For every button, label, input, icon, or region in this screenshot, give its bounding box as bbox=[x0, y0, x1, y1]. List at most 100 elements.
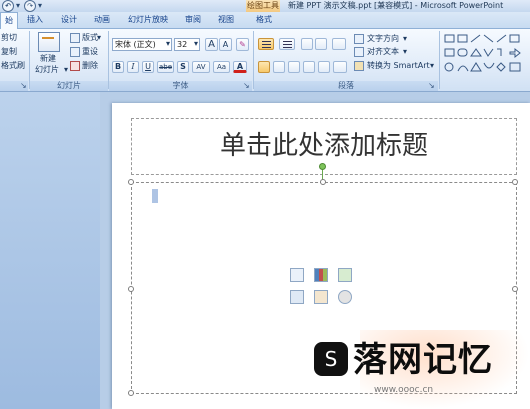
resize-handle-right[interactable] bbox=[512, 286, 518, 292]
decrease-indent-button[interactable] bbox=[301, 38, 313, 50]
resize-handle-left[interactable] bbox=[128, 286, 134, 292]
watermark-brand: 落网记忆 bbox=[353, 340, 493, 380]
line-spacing-button[interactable] bbox=[332, 38, 346, 50]
increase-indent-button[interactable] bbox=[315, 38, 327, 50]
text-direction-dropdown-icon[interactable]: ▾ bbox=[403, 34, 407, 44]
smartart-dropdown-icon[interactable]: ▾ bbox=[430, 61, 434, 71]
cut-button[interactable]: 剪切 bbox=[1, 33, 17, 43]
format-painter-button[interactable]: 格式刷 bbox=[1, 61, 25, 71]
align-text-dropdown-icon[interactable]: ▾ bbox=[403, 47, 407, 57]
rectangle-2-shape-icon[interactable] bbox=[444, 48, 455, 57]
triangle-shape-icon[interactable] bbox=[470, 48, 482, 57]
align-right-button[interactable] bbox=[288, 61, 300, 73]
align-text-button[interactable]: 对齐文本 bbox=[367, 47, 399, 57]
new-slide-dropdown-icon[interactable]: ▾ bbox=[64, 65, 68, 75]
reset-icon[interactable] bbox=[70, 47, 80, 57]
justify-button[interactable] bbox=[303, 61, 315, 73]
numbering-icon bbox=[283, 41, 292, 42]
align-center-button[interactable] bbox=[273, 61, 285, 73]
insert-picture-icon[interactable] bbox=[290, 290, 304, 304]
smartart-icon[interactable] bbox=[354, 61, 364, 71]
text-box-shape-icon[interactable] bbox=[444, 34, 455, 43]
oval-shape-icon[interactable] bbox=[444, 62, 454, 72]
italic-button[interactable]: I bbox=[127, 61, 139, 73]
drawing-tools-context-tab[interactable]: 绘图工具 bbox=[246, 0, 280, 12]
align-left-button[interactable] bbox=[258, 61, 270, 73]
slides-pane[interactable] bbox=[0, 92, 100, 409]
angle-shape-icon[interactable] bbox=[483, 48, 494, 57]
rounded-rectangle-shape-icon[interactable] bbox=[457, 48, 468, 57]
square-shape-icon[interactable] bbox=[509, 62, 521, 72]
tab-format[interactable]: 格式 bbox=[251, 12, 277, 28]
qat-dropdown-icon[interactable]: ▾ bbox=[16, 1, 20, 11]
bold-button[interactable]: B bbox=[112, 61, 124, 73]
shapes-gallery[interactable] bbox=[443, 33, 530, 79]
arrow-shape-icon[interactable] bbox=[496, 34, 507, 43]
bullets-button[interactable] bbox=[258, 38, 274, 50]
new-slide-label-line2[interactable]: 幻灯片 bbox=[35, 65, 59, 75]
grow-font-button[interactable]: A bbox=[205, 38, 218, 51]
reset-button[interactable]: 重设 bbox=[82, 47, 98, 57]
tab-design[interactable]: 设计 bbox=[56, 12, 82, 28]
insert-table-icon[interactable] bbox=[290, 268, 304, 282]
clipboard-launcher-icon[interactable]: ↘ bbox=[20, 81, 27, 91]
align-text-icon[interactable] bbox=[354, 47, 364, 57]
tab-animation[interactable]: 动画 bbox=[89, 12, 115, 28]
strikethrough-button[interactable]: abe bbox=[157, 61, 174, 73]
insert-smartart-icon[interactable] bbox=[338, 268, 352, 282]
font-dialog-launcher-icon[interactable]: ↘ bbox=[243, 81, 250, 91]
diamond-shape-icon[interactable] bbox=[496, 62, 506, 72]
resize-handle-top-left[interactable] bbox=[128, 179, 134, 185]
new-slide-label[interactable]: 新建 bbox=[40, 54, 56, 64]
arc-shape-icon[interactable] bbox=[457, 65, 469, 72]
text-direction-button[interactable]: 文字方向 bbox=[367, 34, 399, 44]
insert-media-icon[interactable] bbox=[338, 290, 352, 304]
redo-icon[interactable]: ↷ bbox=[24, 0, 36, 12]
text-shadow-button[interactable]: S bbox=[177, 61, 189, 73]
right-arrow-shape-icon[interactable] bbox=[509, 47, 521, 59]
tab-review[interactable]: 审阅 bbox=[180, 12, 206, 28]
rotation-handle[interactable] bbox=[319, 163, 326, 170]
numbering-button[interactable] bbox=[279, 38, 295, 50]
shrink-font-button[interactable]: A bbox=[219, 38, 232, 51]
rectangle-shape-icon[interactable] bbox=[509, 34, 520, 43]
convert-smartart-button[interactable]: 转换为 SmartArt bbox=[367, 61, 430, 71]
vertical-text-box-shape-icon[interactable] bbox=[457, 34, 468, 43]
text-direction-icon[interactable] bbox=[354, 34, 364, 44]
underline-button[interactable]: U bbox=[142, 61, 154, 73]
layout-dropdown-icon[interactable]: ▾ bbox=[97, 33, 101, 43]
copy-button[interactable]: 复制 bbox=[1, 47, 17, 57]
tab-slideshow[interactable]: 幻灯片放映 bbox=[122, 12, 174, 28]
curve-shape-icon[interactable] bbox=[483, 62, 495, 69]
title-placeholder[interactable]: 单击此处添加标题 bbox=[131, 128, 517, 164]
undo-icon[interactable]: ↶ bbox=[2, 0, 14, 12]
clear-formatting-button[interactable]: ✎ bbox=[236, 38, 249, 51]
layout-button[interactable]: 版式 bbox=[82, 33, 98, 43]
delete-icon[interactable] bbox=[70, 61, 80, 71]
isosceles-shape-icon[interactable] bbox=[470, 62, 482, 72]
tab-insert[interactable]: 插入 bbox=[22, 12, 48, 28]
delete-button[interactable]: 删除 bbox=[82, 61, 98, 71]
font-size-dropdown-icon[interactable]: ▾ bbox=[194, 39, 198, 49]
resize-handle-bottom-left[interactable] bbox=[128, 390, 134, 396]
font-color-button[interactable]: A bbox=[233, 61, 247, 73]
distributed-button[interactable] bbox=[318, 61, 330, 73]
tab-view[interactable]: 视图 bbox=[213, 12, 239, 28]
resize-handle-top[interactable] bbox=[320, 179, 326, 185]
line-shape-icon[interactable] bbox=[470, 34, 481, 43]
change-case-button[interactable]: Aa bbox=[213, 61, 230, 73]
new-slide-icon[interactable] bbox=[38, 32, 60, 52]
insert-clipart-icon[interactable] bbox=[314, 290, 328, 304]
layout-icon[interactable] bbox=[70, 33, 80, 43]
font-name-combo[interactable]: 宋体 (正文) bbox=[112, 38, 172, 51]
qat-customize-icon[interactable]: ▾ bbox=[38, 1, 42, 11]
paragraph-dialog-launcher-icon[interactable]: ↘ bbox=[428, 81, 435, 91]
tab-home[interactable]: 始 bbox=[0, 12, 18, 30]
diagonal-line-shape-icon[interactable] bbox=[483, 34, 494, 43]
elbow-connector-shape-icon[interactable] bbox=[497, 48, 502, 56]
resize-handle-top-right[interactable] bbox=[512, 179, 518, 185]
font-name-dropdown-icon[interactable]: ▾ bbox=[166, 39, 170, 49]
character-spacing-button[interactable]: AV bbox=[192, 61, 210, 73]
insert-chart-icon[interactable] bbox=[314, 268, 328, 282]
columns-button[interactable] bbox=[333, 61, 347, 73]
